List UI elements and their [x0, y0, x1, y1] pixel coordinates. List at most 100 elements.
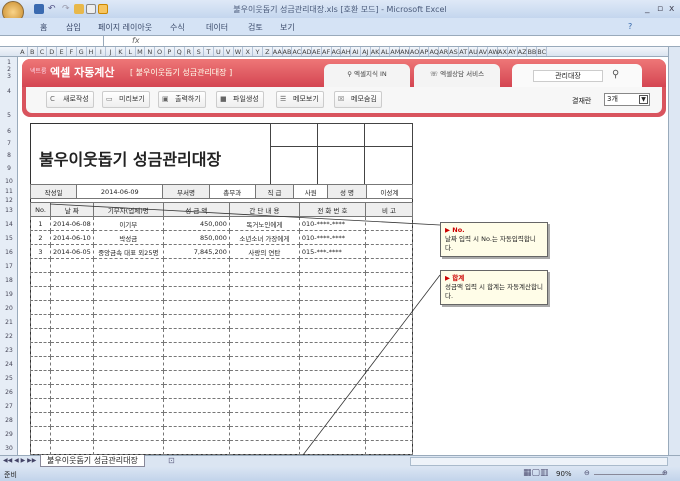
row-header[interactable]: 18 — [0, 277, 18, 284]
column-header[interactable]: C — [38, 47, 48, 56]
column-header[interactable]: AH — [341, 47, 352, 56]
column-header[interactable]: AB — [283, 47, 293, 56]
column-header[interactable]: T — [204, 47, 214, 56]
save-icon[interactable] — [34, 4, 44, 14]
column-header[interactable]: U — [214, 47, 224, 56]
column-header[interactable]: X — [243, 47, 254, 56]
column-header[interactable]: N — [145, 47, 156, 56]
column-header[interactable]: S — [194, 47, 205, 56]
column-header[interactable]: AD — [302, 47, 312, 56]
column-header[interactable]: AS — [449, 47, 459, 56]
tab-view[interactable]: 보기 — [280, 22, 295, 33]
row-header[interactable]: 3 — [0, 73, 18, 80]
row-header[interactable]: 26 — [0, 389, 18, 396]
column-header[interactable]: AA — [273, 47, 283, 56]
column-header[interactable]: AJ — [361, 47, 371, 56]
row-header[interactable]: 2 — [0, 66, 18, 73]
row-header[interactable]: 27 — [0, 403, 18, 410]
column-header[interactable]: AK — [371, 47, 381, 56]
column-header[interactable]: Q — [175, 47, 185, 56]
row-header[interactable]: 19 — [0, 291, 18, 298]
open-icon[interactable] — [74, 4, 84, 14]
tab-formulas[interactable]: 수식 — [170, 22, 185, 33]
worksheet-grid[interactable]: 넥트룸 엑셀 자동계산 [ 불우이웃돕기 성금관리대장 ] ⚲ 엑셀지식 IN … — [18, 57, 668, 455]
row-header[interactable]: 21 — [0, 319, 18, 326]
sheet-tab[interactable]: 불우이웃돕기 성금관리대장 — [40, 455, 145, 467]
column-header[interactable]: E — [57, 47, 67, 56]
column-header[interactable]: AG — [332, 47, 342, 56]
help-icon[interactable]: ? — [628, 22, 632, 31]
column-header[interactable]: AP — [420, 47, 430, 56]
row-header[interactable]: 23 — [0, 347, 18, 354]
row-header[interactable]: 8 — [0, 152, 18, 159]
fx-icon[interactable]: fx — [132, 36, 140, 45]
vertical-scrollbar[interactable] — [668, 47, 680, 455]
row-header[interactable]: 28 — [0, 417, 18, 424]
column-header[interactable]: H — [87, 47, 97, 56]
column-header[interactable]: I — [96, 47, 107, 56]
column-header[interactable]: AV — [478, 47, 489, 56]
row-header[interactable]: 1 — [0, 59, 18, 66]
column-header[interactable]: AY — [508, 47, 518, 56]
name-box[interactable] — [0, 35, 104, 47]
column-header[interactable]: AM — [390, 47, 400, 56]
horizontal-scrollbar[interactable] — [410, 457, 668, 466]
zoom-in-icon[interactable]: ⊕ — [662, 469, 668, 477]
column-header[interactable]: AT — [459, 47, 469, 56]
column-header[interactable]: AN — [400, 47, 410, 56]
column-header[interactable]: J — [106, 47, 116, 56]
zoom-out-icon[interactable]: ⊖ — [584, 469, 590, 477]
row-header[interactable]: 7 — [0, 140, 18, 147]
row-header[interactable]: 20 — [0, 305, 18, 312]
row-header[interactable]: 6 — [0, 128, 18, 135]
tab-home[interactable]: 홈 — [40, 22, 47, 33]
tab-review[interactable]: 검토 — [248, 22, 263, 33]
column-header[interactable]: AX — [498, 47, 508, 56]
sheet-nav-icon[interactable]: ◀◀ ◀ ▶ ▶▶ — [3, 457, 36, 464]
column-header[interactable]: Y — [253, 47, 263, 56]
tab-insert[interactable]: 삽입 — [66, 22, 81, 33]
row-header[interactable]: 11 — [0, 188, 18, 195]
column-header[interactable]: B — [28, 47, 38, 56]
zoom-level[interactable]: 90% — [556, 470, 572, 478]
row-header[interactable]: 22 — [0, 333, 18, 340]
column-header[interactable]: AU — [469, 47, 479, 56]
column-header[interactable]: AR — [439, 47, 450, 56]
column-header[interactable]: AC — [292, 47, 303, 56]
column-header[interactable]: G — [77, 47, 87, 56]
column-header[interactable]: AO — [410, 47, 420, 56]
row-header[interactable]: 9 — [0, 165, 18, 172]
row-header[interactable]: 5 — [0, 112, 18, 119]
tab-data[interactable]: 데이터 — [206, 22, 228, 33]
column-header[interactable]: D — [47, 47, 58, 56]
row-header[interactable]: 16 — [0, 249, 18, 256]
cursor-icon[interactable] — [98, 4, 108, 14]
column-header[interactable]: V — [224, 47, 234, 56]
column-header[interactable]: AF — [322, 47, 332, 56]
redo-icon[interactable]: ↷ — [62, 4, 72, 14]
column-header[interactable]: AQ — [429, 47, 440, 56]
column-header[interactable]: BC — [537, 47, 548, 56]
row-header[interactable]: 30 — [0, 445, 18, 452]
row-header[interactable]: 14 — [0, 221, 18, 228]
row-header[interactable]: 12 — [0, 197, 18, 204]
column-header[interactable]: AI — [351, 47, 361, 56]
row-header[interactable]: 17 — [0, 263, 18, 270]
column-header[interactable]: F — [67, 47, 77, 56]
column-header[interactable]: R — [185, 47, 195, 56]
print-preview-icon[interactable] — [86, 4, 96, 14]
row-header[interactable]: 4 — [0, 88, 18, 95]
row-header[interactable]: 29 — [0, 431, 18, 438]
tab-page-layout[interactable]: 페이지 레이아웃 — [98, 22, 152, 33]
column-header[interactable]: AE — [312, 47, 322, 56]
row-header[interactable]: 24 — [0, 361, 18, 368]
row-header[interactable]: 10 — [0, 178, 18, 185]
column-header[interactable]: BB — [527, 47, 538, 56]
column-header[interactable]: Z — [263, 47, 273, 56]
row-header[interactable]: 15 — [0, 235, 18, 242]
column-header[interactable]: A — [18, 47, 28, 56]
column-header[interactable]: W — [234, 47, 244, 56]
column-header[interactable]: L — [126, 47, 136, 56]
insert-sheet-icon[interactable]: ⊡ — [168, 456, 175, 465]
undo-icon[interactable]: ↶ — [48, 4, 58, 14]
